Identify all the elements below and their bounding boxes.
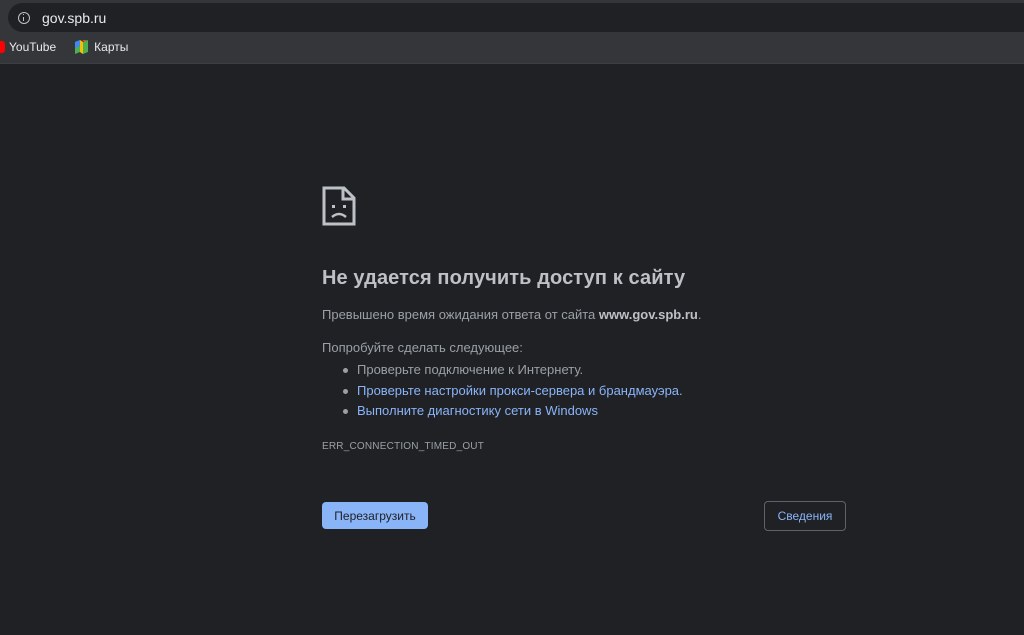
- summary-prefix: Превышено время ожидания ответа от сайта: [322, 307, 599, 322]
- bookmark-maps[interactable]: Карты: [72, 40, 128, 54]
- error-summary: Превышено время ожидания ответа от сайта…: [322, 307, 882, 322]
- suggestion-diagnostics-link[interactable]: Выполните диагностику сети в Windows: [343, 401, 882, 422]
- suggestions-title: Попробуйте сделать следующее:: [322, 340, 523, 355]
- details-button[interactable]: Сведения: [764, 501, 846, 531]
- suggestion-check-connection: Проверьте подключение к Интернету.: [343, 360, 882, 381]
- bookmark-youtube[interactable]: YouTube: [0, 40, 56, 54]
- bookmark-label: YouTube: [9, 40, 57, 54]
- address-bar[interactable]: gov.spb.ru: [8, 3, 1024, 32]
- suggestions-list: Проверьте подключение к Интернету. Прове…: [343, 360, 882, 422]
- info-icon[interactable]: [18, 11, 30, 24]
- google-maps-icon: [75, 40, 89, 54]
- summary-suffix: .: [697, 307, 702, 322]
- suggestion-proxy-link[interactable]: Проверьте настройки прокси-сервера и бра…: [343, 381, 882, 402]
- summary-host: www.gov.spb.ru: [598, 307, 698, 322]
- youtube-icon: [0, 41, 5, 53]
- url-text[interactable]: gov.spb.ru: [42, 10, 106, 26]
- sad-page-icon: [322, 186, 356, 226]
- error-code: ERR_CONNECTION_TIMED_OUT: [322, 440, 485, 452]
- error-heading: Не удается получить доступ к сайту: [322, 267, 686, 289]
- error-content: Не удается получить доступ к сайту Превы…: [322, 186, 882, 452]
- reload-button[interactable]: Перезагрузить: [322, 502, 428, 529]
- bookmarks-bar: YouTube Карты: [0, 36, 144, 58]
- browser-toolbar: gov.spb.ru YouTube Карты: [0, 0, 1024, 64]
- bookmark-label: Карты: [94, 40, 129, 54]
